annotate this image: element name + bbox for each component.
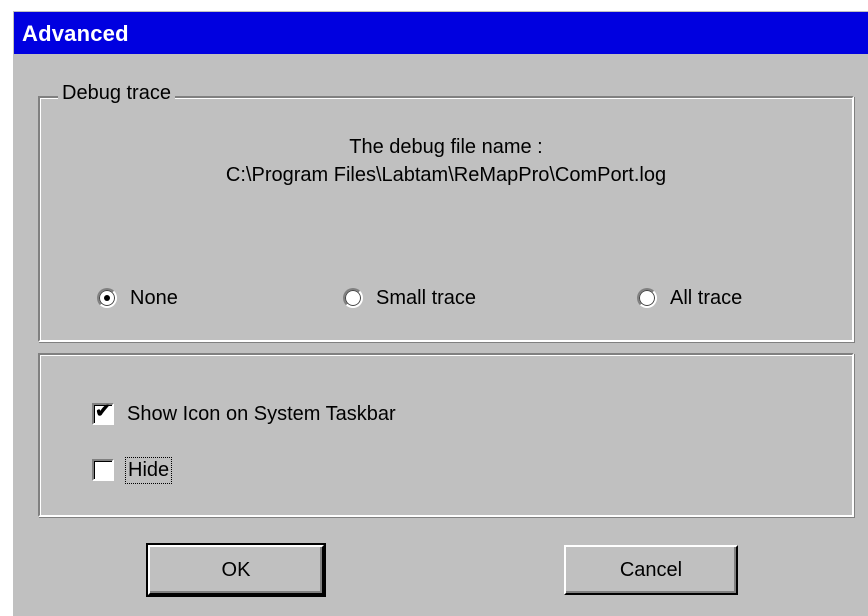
debug-filename-path: C:\Program Files\Labtam\ReMapPro\ComPort… [225,164,667,186]
show-icon-label[interactable]: Show Icon on System Taskbar [127,403,396,426]
radio-button-icon[interactable] [97,288,117,308]
radio-button-icon[interactable] [343,288,363,308]
cancel-button[interactable]: Cancel [564,545,738,595]
show-icon-checkbox[interactable]: ✔ Show Icon on System Taskbar [92,401,396,427]
checkmark-icon: ✔ [95,401,111,422]
radio-all-trace-label[interactable]: All trace [670,287,742,310]
advanced-dialog: Advanced Debug trace The debug file name… [12,10,868,616]
radio-all-trace[interactable]: All trace [637,286,742,310]
title-bar[interactable]: Advanced [14,12,868,54]
checkbox-box[interactable]: ✔ [92,401,114,425]
radio-button-icon[interactable] [637,288,657,308]
radio-small-trace-label[interactable]: Small trace [376,287,476,310]
checkbox-box[interactable] [92,459,114,481]
hide-checkbox[interactable]: Hide [92,456,173,484]
debug-trace-group: Debug trace The debug file name : C:\Pro… [38,82,854,342]
ok-button[interactable]: OK [146,543,326,597]
taskbar-options-group: ✔ Show Icon on System Taskbar Hide [38,353,854,517]
radio-small-trace[interactable]: Small trace [343,286,476,310]
radio-none[interactable]: None [97,286,178,310]
debug-filename-label: The debug file name : [349,136,543,158]
radio-none-label[interactable]: None [130,287,178,310]
radio-selected-dot-icon [104,295,110,301]
hide-label[interactable]: Hide [124,456,173,484]
debug-trace-group-label: Debug trace [58,82,175,105]
window-title: Advanced [22,21,129,46]
